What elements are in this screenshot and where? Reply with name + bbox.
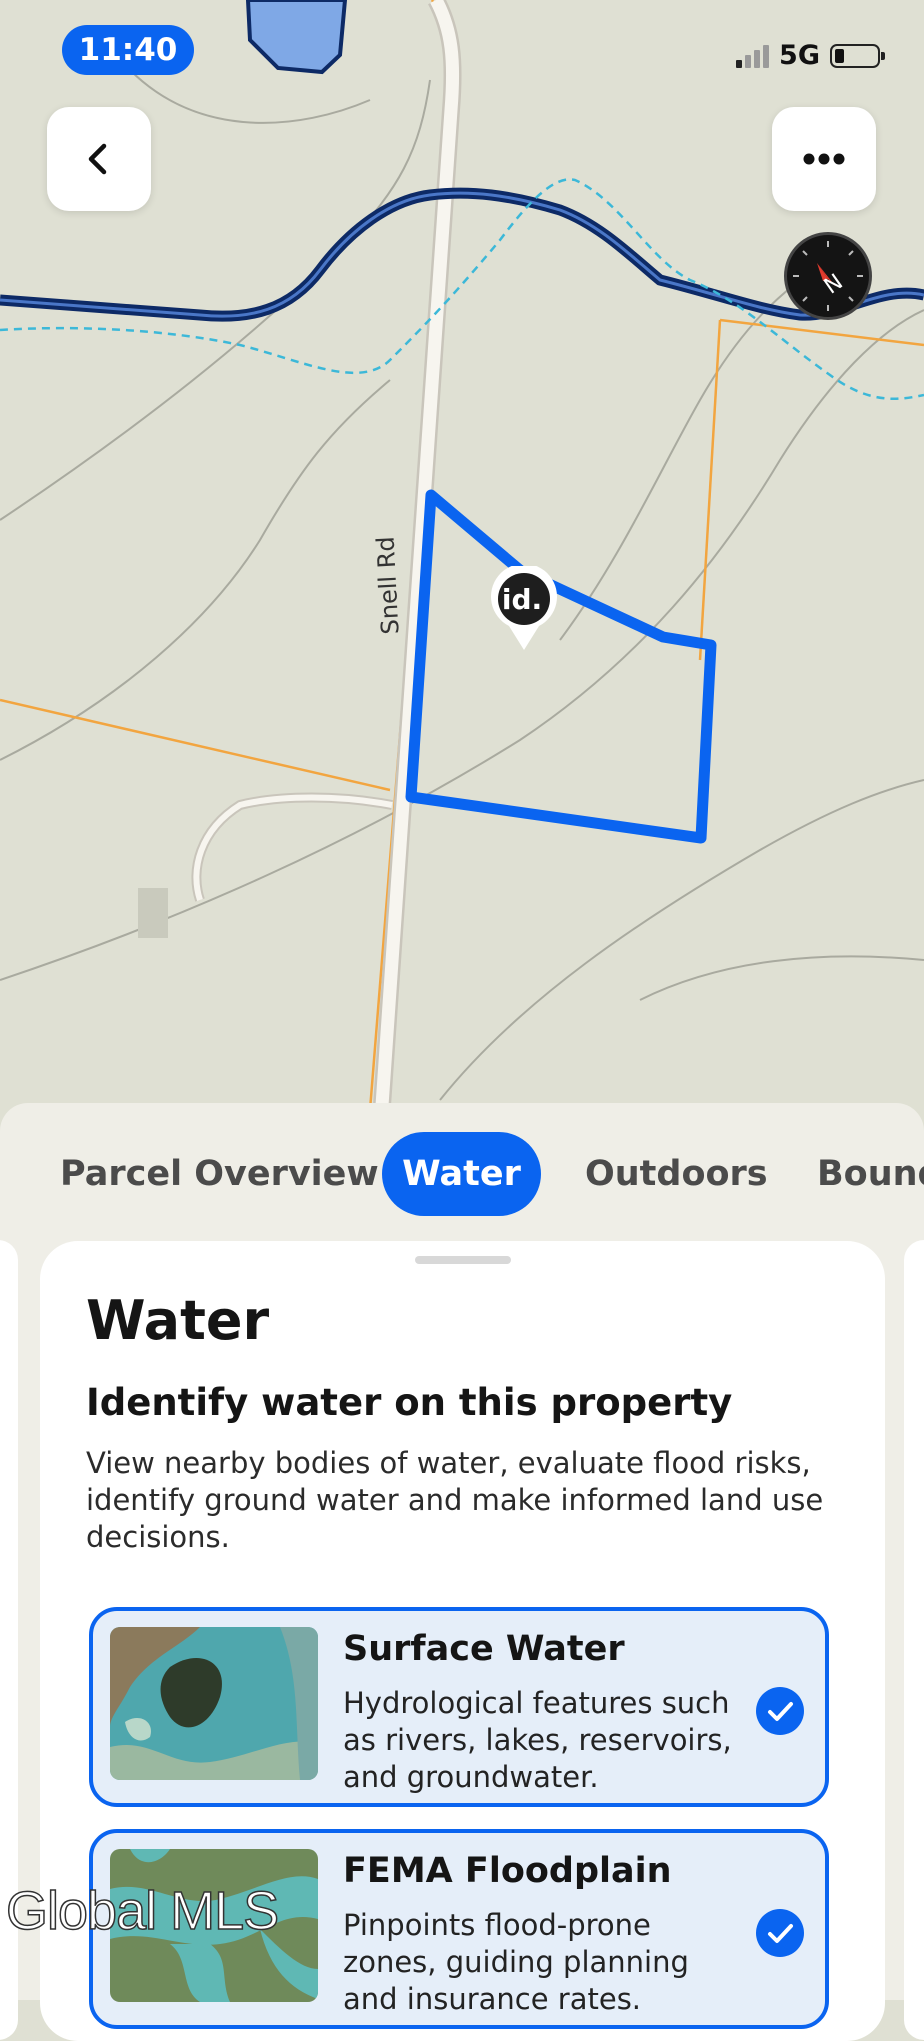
compass-button[interactable]: N [784,232,872,320]
category-tabs: Parcel Overview Water Outdoors Bound [0,1132,924,1216]
tab-outdoors[interactable]: Outdoors [585,1132,768,1216]
watermark: Global MLS [5,1880,280,1942]
option-title: FEMA Floodplain [343,1851,672,1891]
back-button[interactable] [47,107,151,211]
check-icon [768,1702,793,1721]
option-title: Surface Water [343,1629,625,1669]
checkbox-checked[interactable] [756,1909,804,1957]
chevron-left-icon [88,143,107,175]
tab-water[interactable]: Water [382,1132,541,1216]
check-icon [768,1924,793,1943]
checkbox-checked[interactable] [756,1687,804,1735]
more-options-button[interactable] [772,107,876,211]
building [138,888,168,938]
option-description: Hydrological features such as rivers, la… [343,1686,732,1794]
card-subtitle: Identify water on this property [86,1381,733,1424]
tab-boundaries[interactable]: Bound [817,1132,924,1216]
card-description: View nearby bodies of water, evaluate fl… [86,1446,824,1554]
option-description: Pinpoints flood-prone zones, guiding pla… [343,1908,689,2016]
card-title: Water [86,1289,270,1352]
signal-icon [736,44,770,68]
tab-parcel-overview[interactable]: Parcel Overview [60,1132,379,1216]
marker-text: id. [502,583,542,616]
more-horizontal-icon [803,153,845,165]
next-card-peek[interactable] [904,1240,924,2040]
drag-handle[interactable] [415,1256,511,1264]
network-label: 5G [779,40,820,71]
road-label: Snell Rd [371,536,404,635]
property-marker-icon[interactable]: id. [489,566,559,652]
battery-icon [830,43,885,68]
option-surface-water[interactable]: Surface Water Hydrological features such… [89,1607,829,1807]
surface-water-thumbnail [110,1627,318,1780]
status-time: 11:40 [62,25,194,75]
compass-icon: N [793,241,863,311]
status-indicators: 5G [736,40,885,71]
